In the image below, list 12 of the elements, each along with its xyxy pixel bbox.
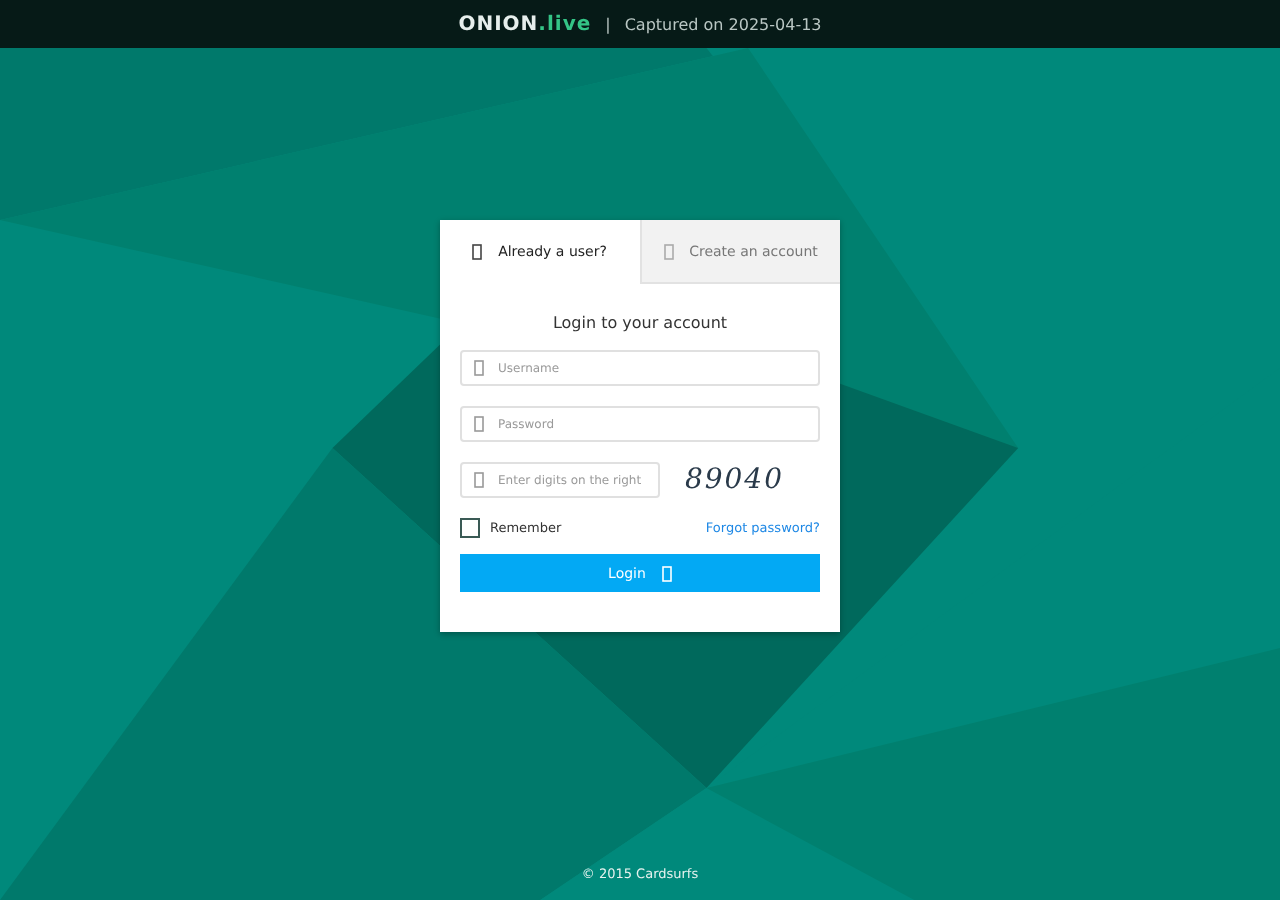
brand-logo: ONION.live	[458, 13, 592, 35]
box-icon	[474, 360, 484, 376]
box-icon	[661, 565, 672, 581]
box-icon	[663, 243, 674, 259]
separator: |	[605, 15, 611, 33]
form-title: Login to your account	[550, 314, 730, 332]
box-icon	[474, 472, 484, 488]
remember-checkbox[interactable]	[460, 518, 480, 538]
box-icon	[472, 244, 483, 260]
box-icon	[474, 416, 484, 432]
capture-date: Captured on 2025-04-13	[624, 15, 822, 33]
captcha-code: 89040	[684, 464, 784, 496]
